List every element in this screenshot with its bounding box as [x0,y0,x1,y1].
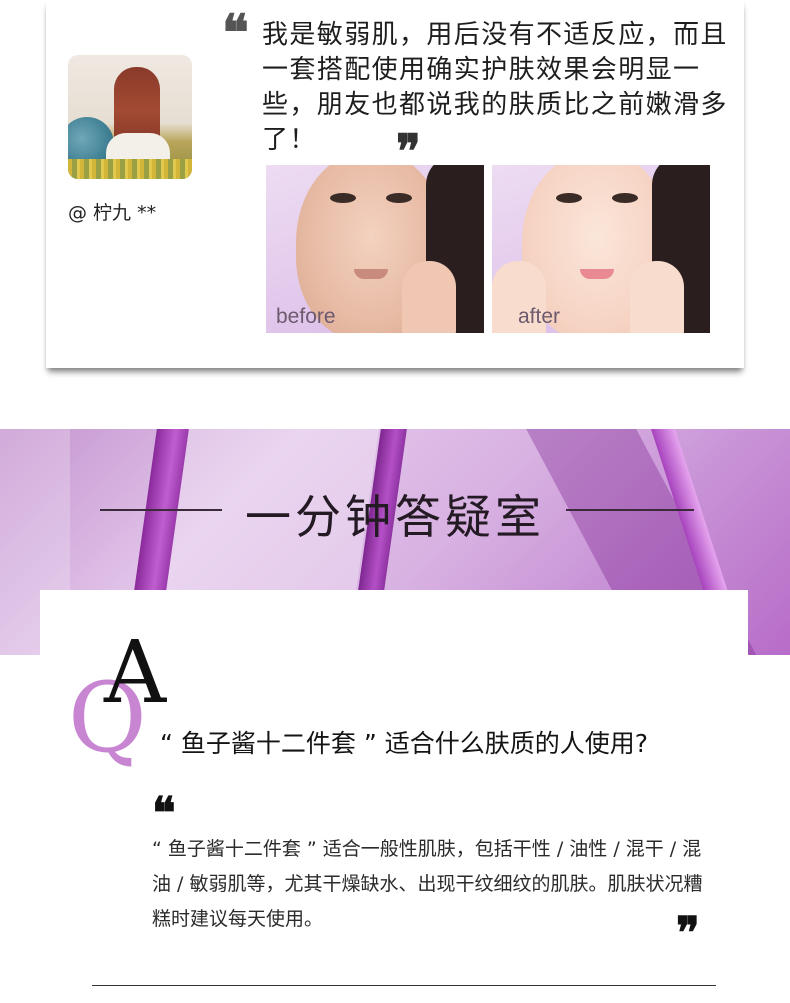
before-label: before [276,305,336,328]
after-photo: after [492,165,710,333]
answer-card: Q A “ 鱼子酱十二件套 ” 适合什么肤质的人使用? ❝ “ 鱼子酱十二件套 … [40,590,748,1003]
title-rule-left [100,509,222,511]
review-text: 我是敏弱肌，用后没有不适反应，而且一套搭配使用确实护肤效果会明显一些，朋友也都说… [262,20,728,155]
letter-a-icon: A [104,623,167,723]
reviewer-username: @ 柠九 ** [68,202,157,224]
faq-title: 一分钟答疑室 [245,490,545,544]
before-photo: before [266,165,484,333]
hand-shape [402,261,456,333]
eye-shape [556,193,582,203]
mouth-shape [580,269,614,279]
divider [92,985,716,986]
faq-answer: “ 鱼子酱十二件套 ” 适合一般性肌肤，包括干性 / 油性 / 混干 / 混油 … [152,838,703,930]
hand-shape [630,261,684,333]
eye-shape [330,193,356,203]
eye-shape [386,193,412,203]
mouth-shape [354,269,388,279]
after-label: after [518,305,561,328]
title-rule-right [566,509,694,511]
eye-shape [612,193,638,203]
faq-question: “ 鱼子酱十二件套 ” 适合什么肤质的人使用? [160,729,649,758]
avatar-field-shape [68,159,192,179]
reviewer-avatar [68,55,192,179]
review-card: @ 柠九 ** ❝ 我是敏弱肌，用后没有不适反应，而且一套搭配使用确实护肤效果会… [46,0,744,368]
quote-open-icon: ❝ [152,788,176,839]
quote-open-icon: ❝ [222,3,249,62]
quote-close-icon: ❞ [676,908,700,959]
